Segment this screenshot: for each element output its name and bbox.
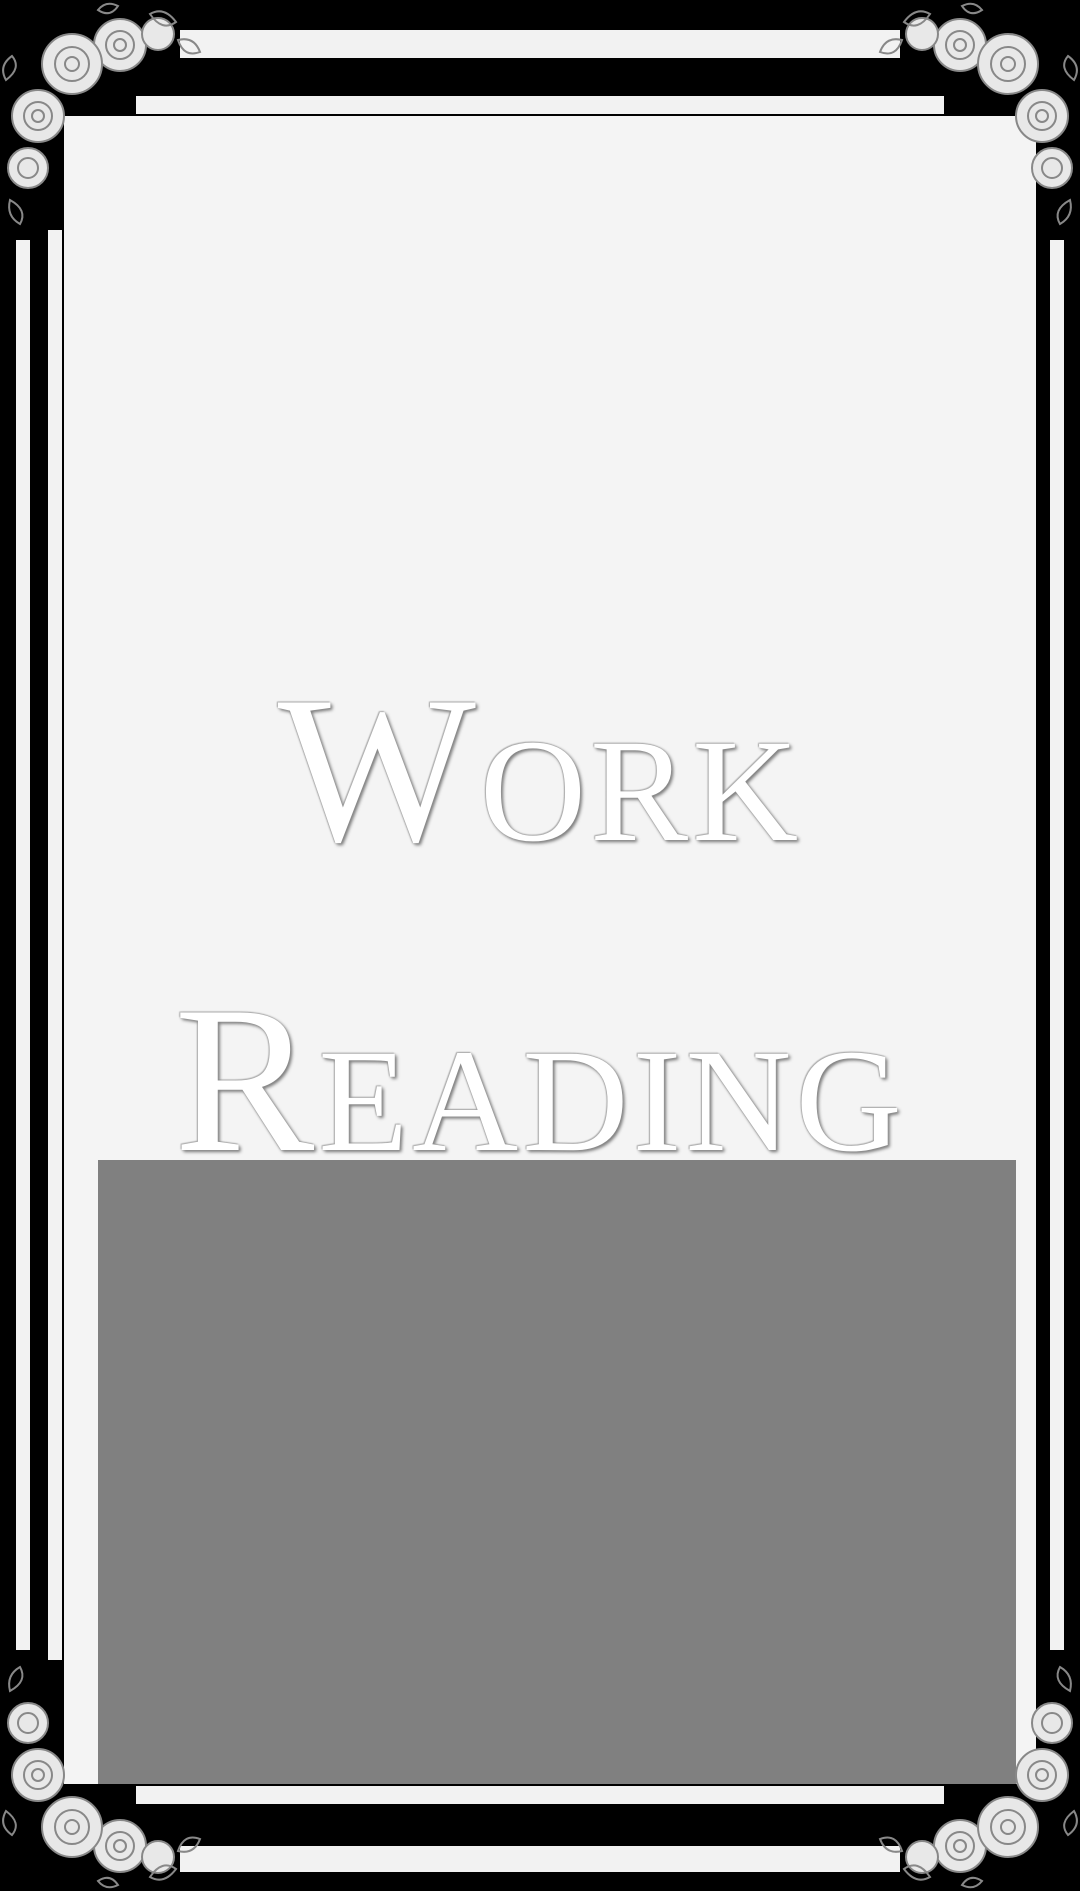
frame-right-line [1050,240,1064,1650]
frame-left-inner-line [48,230,62,1660]
card: Work Reading [0,0,1080,1891]
rose-corner-icon [0,1651,210,1891]
frame-top-inner-line [136,96,944,114]
title-line-2: Reading [174,964,906,1196]
frame-bottom-inner-line [136,1786,944,1804]
frame-left-line [16,240,30,1650]
frame-top-line [180,30,900,58]
frame-bottom-line [180,1846,900,1872]
title-line-1: Work [277,654,803,886]
rose-corner-icon [0,0,210,240]
rose-corner-icon [870,0,1080,240]
rose-corner-icon [870,1651,1080,1891]
